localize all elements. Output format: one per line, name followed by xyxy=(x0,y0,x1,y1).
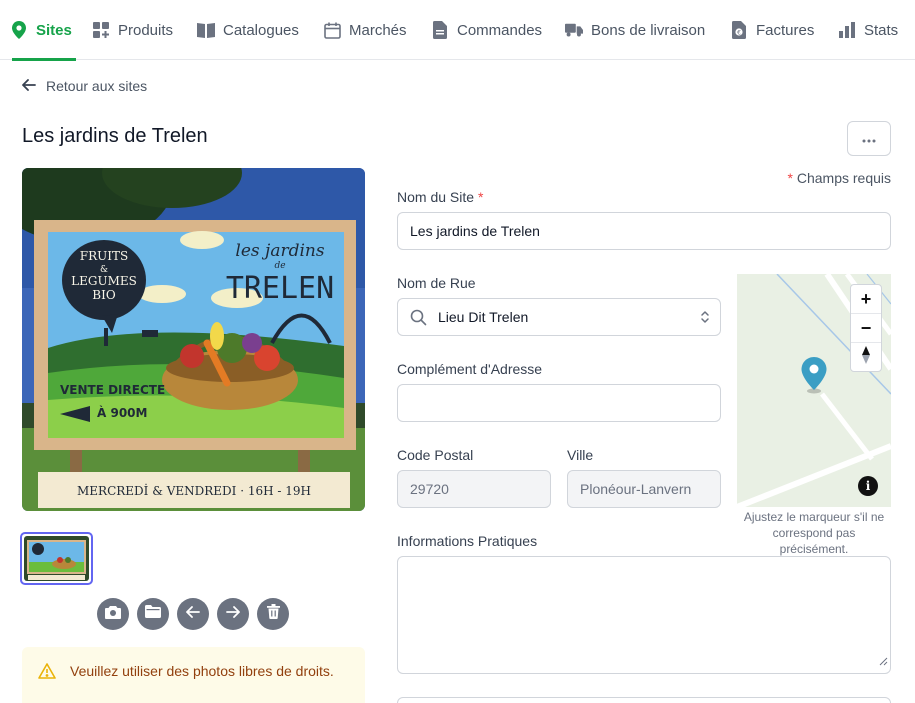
top-navigation: Sites Produits Catalogues Marchés Comman… xyxy=(0,0,915,61)
site-name-value: Les jardins de Trelen xyxy=(410,223,540,239)
nav-label: Bons de livraison xyxy=(591,21,706,39)
folder-icon xyxy=(145,605,161,623)
sign-brand-mid: de xyxy=(274,261,285,271)
street-label: Nom de Rue xyxy=(397,275,476,291)
postal-code-label: Code Postal xyxy=(397,447,474,463)
take-photo-button[interactable] xyxy=(97,598,129,630)
search-icon xyxy=(410,309,427,329)
svg-text:VENTE DIRECTE: VENTE DIRECTE xyxy=(60,383,165,397)
nav-tab-stats[interactable]: Stats xyxy=(838,0,898,60)
warning-text: Veuillez utiliser des photos libres de d… xyxy=(70,663,334,679)
nav-label: Catalogues xyxy=(223,21,299,39)
street-select[interactable]: Lieu Dit Trelen xyxy=(397,298,721,336)
required-fields-label: Champs requis xyxy=(796,170,891,186)
reset-north-button[interactable] xyxy=(851,343,881,372)
zoom-in-button[interactable]: + xyxy=(851,285,881,314)
upload-from-folder-button[interactable] xyxy=(137,598,169,630)
arrow-left-icon xyxy=(186,605,200,623)
copyright-warning: Veuillez utiliser des photos libres de d… xyxy=(22,647,365,703)
nav-tab-factures[interactable]: € Factures xyxy=(730,0,814,60)
map-hint: Ajustez le marqueur s'il ne correspond p… xyxy=(743,510,885,556)
nav-tab-commandes[interactable]: Commandes xyxy=(431,0,542,60)
nav-label: Commandes xyxy=(457,21,543,39)
back-link-label: Retour aux sites xyxy=(46,78,148,94)
warning-icon xyxy=(38,663,56,684)
grid-plus-icon xyxy=(92,21,110,39)
next-field-input[interactable] xyxy=(397,697,891,703)
document-icon xyxy=(431,21,449,39)
nav-label: Produits xyxy=(118,21,174,39)
bar-chart-icon xyxy=(838,21,856,39)
nav-tab-catalogues[interactable]: Catalogues xyxy=(197,0,299,60)
nav-label: Stats xyxy=(864,21,899,39)
camera-icon xyxy=(105,605,121,624)
site-name-label: Nom du Site * xyxy=(397,189,484,205)
nav-label: Factures xyxy=(756,21,815,39)
postal-code-input[interactable]: 29720 xyxy=(397,470,551,508)
svg-text:BIO: BIO xyxy=(92,288,116,302)
sign-brand-top: les jardins xyxy=(235,241,324,261)
nav-label: Sites xyxy=(36,21,72,39)
arrow-right-icon xyxy=(226,605,240,623)
move-photo-right-button[interactable] xyxy=(217,598,249,630)
ellipsis-icon xyxy=(862,130,876,148)
truck-icon xyxy=(565,21,583,39)
map-zoom-controls: + − xyxy=(850,284,882,372)
nav-tab-bons-de-livraison[interactable]: Bons de livraison xyxy=(565,0,705,60)
delete-photo-button[interactable] xyxy=(257,598,289,630)
city-input[interactable]: Plonéour-Lanvern xyxy=(567,470,721,508)
zoom-out-button[interactable]: − xyxy=(851,314,881,343)
trash-icon xyxy=(266,604,280,624)
street-value: Lieu Dit Trelen xyxy=(438,309,529,325)
map-marker-icon[interactable] xyxy=(800,356,828,399)
move-photo-left-button[interactable] xyxy=(177,598,209,630)
svg-text:€: € xyxy=(737,29,741,36)
book-icon xyxy=(197,21,215,39)
nav-tab-produits[interactable]: Produits xyxy=(92,0,173,60)
svg-text:À 900M: À 900M xyxy=(97,405,147,420)
euro-file-icon: € xyxy=(730,21,748,39)
sign-days-text: MERCREDİ & VENDREDI · 16H - 19H xyxy=(77,483,311,498)
calendar-icon xyxy=(323,21,341,39)
more-options-button[interactable] xyxy=(847,121,891,156)
compass-icon xyxy=(861,346,871,369)
site-name-input[interactable]: Les jardins de Trelen xyxy=(397,212,891,250)
info-label: Informations Pratiques xyxy=(397,533,538,549)
back-to-sites-link[interactable]: Retour aux sites xyxy=(22,78,147,94)
address-extra-input[interactable] xyxy=(397,384,721,422)
chevron-up-down-icon xyxy=(700,308,710,329)
city-value: Plonéour-Lanvern xyxy=(580,481,692,497)
required-fields-note: * Champs requis xyxy=(787,170,892,186)
svg-text:LEGUMES: LEGUMES xyxy=(71,274,137,288)
nav-label: Marchés xyxy=(349,21,407,39)
sign-brand-name: TRELEN xyxy=(226,271,334,306)
info-textarea[interactable] xyxy=(397,556,891,674)
page-title: Les jardins de Trelen xyxy=(22,125,208,147)
postal-code-value: 29720 xyxy=(410,481,449,497)
nav-tab-marches[interactable]: Marchés xyxy=(323,0,407,60)
map-pin-icon xyxy=(10,21,28,39)
arrow-left-icon xyxy=(22,78,36,94)
nav-tab-sites[interactable]: Sites xyxy=(10,0,76,61)
site-photo: FRUITS & LEGUMES BIO les jardins de TREL… xyxy=(22,168,365,511)
address-extra-label: Complément d'Adresse xyxy=(397,361,543,377)
photo-actions xyxy=(97,598,289,630)
map-attribution-button[interactable]: i xyxy=(858,476,878,496)
svg-text:FRUITS: FRUITS xyxy=(80,249,128,263)
city-label: Ville xyxy=(567,447,594,463)
photo-thumbnail[interactable] xyxy=(20,532,93,585)
resize-grip-icon[interactable] xyxy=(879,653,888,671)
